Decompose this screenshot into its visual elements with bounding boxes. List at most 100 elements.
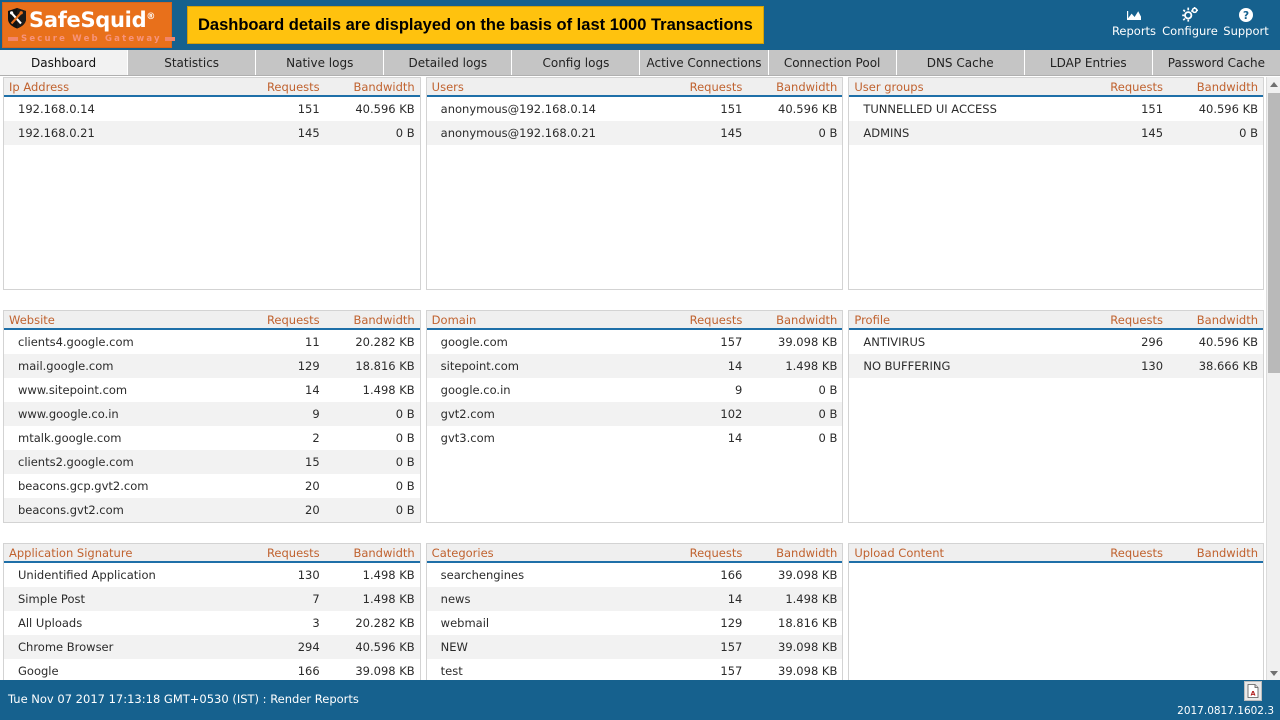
panel-header: User groups Requests Bandwidth (849, 78, 1264, 97)
tab-label: Detailed logs (408, 55, 488, 70)
table-row[interactable]: TUNNELLED UI ACCESS 151 40.596 KB (849, 97, 1264, 121)
table-row[interactable]: searchengines 166 39.098 KB (426, 563, 843, 587)
table-row[interactable]: gvt2.com 102 0 B (426, 402, 843, 426)
page-scrollbar[interactable] (1266, 77, 1280, 680)
table-row[interactable]: clients4.google.com 11 20.282 KB (4, 330, 420, 354)
row-requests: 7 (312, 592, 320, 606)
panel-users: Users Requests Bandwidth anonymous@192.168.… (425, 77, 844, 290)
tab-ldap-entries[interactable]: LDAP Entries (1024, 50, 1153, 75)
row-bandwidth: 39.098 KB (355, 664, 415, 678)
row-bandwidth: 40.596 KB (355, 102, 415, 116)
table-row[interactable]: NO BUFFERING 130 38.666 KB (849, 354, 1264, 378)
panel-row: Ip Address Requests Bandwidth 192.168.0.14 1… (0, 77, 1266, 290)
table-row[interactable]: gvt3.com 14 0 B (426, 426, 843, 450)
row-bandwidth: 0 B (818, 407, 838, 421)
table-row[interactable]: mail.google.com 129 18.816 KB (4, 354, 420, 378)
column-header-requests: Requests (1110, 545, 1164, 560)
panel-body (849, 563, 1264, 681)
table-row[interactable]: www.google.co.in 9 0 B (4, 402, 420, 426)
table-row[interactable]: Unidentified Application 130 1.498 KB (4, 563, 420, 587)
scrollbar-thumb[interactable] (1268, 93, 1280, 373)
row-requests: 14 (305, 383, 320, 397)
table-row[interactable]: news 14 1.498 KB (426, 587, 843, 611)
tab-password-cache[interactable]: Password Cache (1152, 50, 1280, 75)
column-header-bandwidth: Bandwidth (353, 312, 415, 327)
row-bandwidth: 39.098 KB (778, 664, 838, 678)
table-row[interactable]: test 157 39.098 KB (426, 659, 843, 681)
table-row[interactable]: google.com 157 39.098 KB (426, 330, 843, 354)
table-row[interactable]: beacons.gvt2.com 20 0 B (4, 498, 420, 522)
table-row[interactable]: beacons.gcp.gvt2.com 20 0 B (4, 474, 420, 498)
tab-detailed-logs[interactable]: Detailed logs (384, 50, 513, 75)
table-row[interactable]: www.sitepoint.com 14 1.498 KB (4, 378, 420, 402)
table-row[interactable]: ANTIVIRUS 296 40.596 KB (849, 330, 1264, 354)
panel-header: Users Requests Bandwidth (426, 78, 843, 97)
header-actions: Reports Configure ? Support (1106, 0, 1280, 50)
question-circle-icon: ? (1238, 6, 1254, 23)
row-bandwidth: 18.816 KB (778, 616, 838, 630)
logo-tagline-row: Secure Web Gateway (3, 32, 175, 46)
row-bandwidth: 0 B (395, 455, 415, 469)
tab-active-connections[interactable]: Active Connections (640, 50, 769, 75)
table-row[interactable]: Chrome Browser 294 40.596 KB (4, 635, 420, 659)
row-name: test (440, 664, 463, 678)
header-action-reports[interactable]: Reports (1106, 6, 1162, 39)
row-bandwidth: 38.666 KB (1198, 359, 1259, 373)
table-row[interactable]: ADMINS 145 0 B (849, 121, 1264, 145)
panel-header: Application Signature Requests Bandwidth (4, 544, 420, 563)
column-header-requests: Requests (266, 79, 320, 94)
header-action-support[interactable]: ? Support (1218, 6, 1274, 39)
footer-version: 2017.0817.1602.3 (1177, 705, 1274, 717)
row-requests: 130 (297, 568, 320, 582)
logo-name: SafeSquid (29, 7, 147, 32)
gear-icon (1182, 6, 1198, 23)
table-row[interactable]: Google 166 39.098 KB (4, 659, 420, 681)
column-header-requests: Requests (266, 312, 320, 327)
safesquid-logo[interactable]: SafeSquid® Secure Web Gateway (2, 2, 175, 48)
table-row[interactable]: NEW 157 39.098 KB (426, 635, 843, 659)
scroll-down-button[interactable] (1267, 666, 1280, 680)
panel-user-groups: User groups Requests Bandwidth TUNNELLED UI… (848, 77, 1265, 290)
column-header-bandwidth: Bandwidth (1196, 312, 1259, 327)
table-row[interactable]: All Uploads 3 20.282 KB (4, 611, 420, 635)
table-row[interactable]: anonymous@192.168.0.14 151 40.596 KB (426, 97, 843, 121)
column-header-bandwidth: Bandwidth (776, 79, 838, 94)
panel-row: Application Signature Requests Bandwidth Un… (0, 543, 1266, 682)
table-row[interactable]: 192.168.0.14 151 40.596 KB (4, 97, 420, 121)
tab-config-logs[interactable]: Config logs (512, 50, 641, 75)
pdf-export-icon[interactable]: A (1244, 681, 1262, 701)
tab-dns-cache[interactable]: DNS Cache (896, 50, 1025, 75)
table-row[interactable]: 192.168.0.21 145 0 B (4, 121, 420, 145)
app-footer: Tue Nov 07 2017 17:13:18 GMT+0530 (IST) … (0, 680, 1280, 720)
table-row[interactable]: anonymous@192.168.0.21 145 0 B (426, 121, 843, 145)
row-requests: 2 (312, 431, 320, 445)
row-name: ANTIVIRUS (863, 335, 926, 349)
row-requests: 9 (312, 407, 320, 421)
column-header-requests: Requests (689, 79, 743, 94)
row-requests: 145 (1141, 126, 1164, 140)
tab-dashboard[interactable]: Dashboard (0, 50, 129, 75)
tab-native-logs[interactable]: Native logs (256, 50, 385, 75)
scroll-up-button[interactable] (1267, 77, 1280, 91)
table-row[interactable]: clients2.google.com 15 0 B (4, 450, 420, 474)
tab-statistics[interactable]: Statistics (128, 50, 257, 75)
table-row[interactable]: sitepoint.com 14 1.498 KB (426, 354, 843, 378)
panel-domain: Domain Requests Bandwidth google.com 157 39.0… (425, 310, 844, 523)
row-requests: 151 (297, 102, 320, 116)
row-name: clients4.google.com (18, 335, 134, 349)
header-action-configure[interactable]: Configure (1162, 6, 1218, 39)
table-row[interactable]: webmail 129 18.816 KB (426, 611, 843, 635)
table-row[interactable]: mtalk.google.com 2 0 B (4, 426, 420, 450)
panel-header: Categories Requests Bandwidth (426, 544, 843, 563)
column-header-requests: Requests (266, 545, 320, 560)
header-action-configure-label: Configure (1162, 24, 1218, 38)
row-name: www.sitepoint.com (18, 383, 128, 397)
table-row[interactable]: google.co.in 9 0 B (426, 378, 843, 402)
row-name: news (440, 592, 471, 606)
row-name: 192.168.0.21 (18, 126, 95, 140)
table-row[interactable]: Simple Post 7 1.498 KB (4, 587, 420, 611)
tab-connection-pool[interactable]: Connection Pool (768, 50, 897, 75)
logo-tagline: Secure Web Gateway (21, 34, 162, 44)
panel-application-signature: Application Signature Requests Bandwidth Un… (3, 543, 421, 682)
row-bandwidth: 0 B (818, 126, 838, 140)
